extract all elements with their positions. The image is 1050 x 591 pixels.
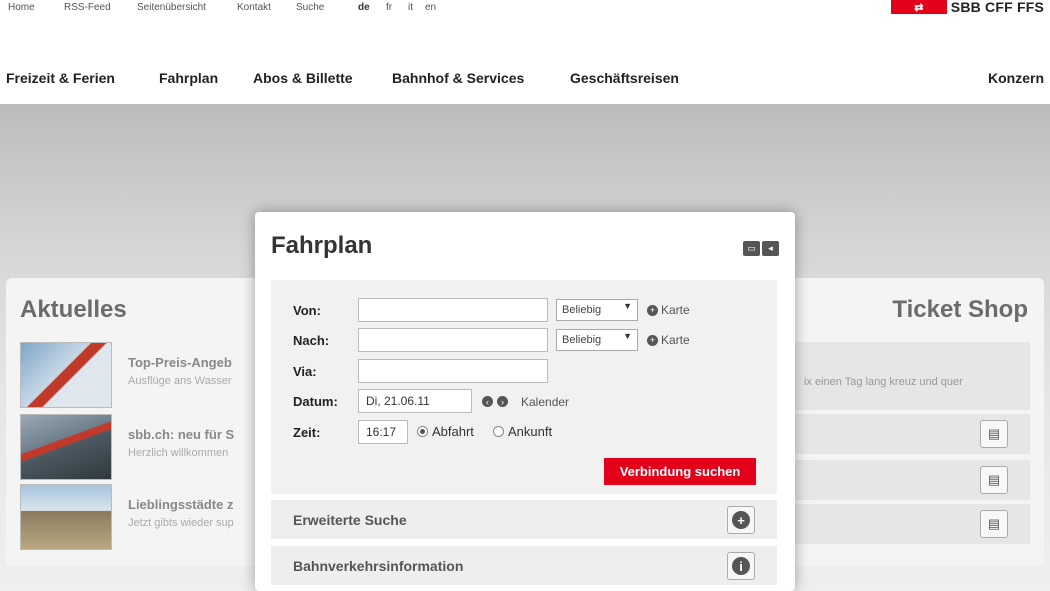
radio-checked-icon (417, 426, 428, 437)
sbb-arrow-icon: ⇄ (890, 0, 947, 14)
kalender-link[interactable]: Kalender (521, 395, 569, 409)
meta-link-rss[interactable]: RSS-Feed (64, 2, 111, 13)
fahrplan-title: Fahrplan (271, 232, 373, 259)
via-label: Via: (293, 364, 317, 379)
news-title: Top-Preis-Angeb (128, 355, 232, 370)
date-prev-icon[interactable]: ‹ (482, 396, 493, 407)
ticket-shop-text: ix einen Tag lang kreuz und quer (804, 376, 963, 388)
main-nav: Freizeit & Ferien Fahrplan Abos & Billet… (0, 70, 1050, 92)
ticket-icon[interactable]: ▤ (980, 420, 1008, 448)
logo-text: SBB CFF FFS (950, 0, 1044, 15)
aktuelles-title: Aktuelles (20, 296, 127, 323)
lang-de[interactable]: de (358, 2, 370, 13)
news-title: Lieblingsstädte z (128, 497, 234, 512)
plus-icon: + (647, 304, 658, 316)
zeit-input[interactable]: 16:17 (358, 420, 408, 444)
news-title: sbb.ch: neu für S (128, 427, 235, 442)
info-icon: i (732, 557, 750, 575)
lang-fr[interactable]: fr (386, 2, 392, 13)
window-icon[interactable]: ▭ (743, 241, 760, 256)
ticket-shop-item[interactable]: ▤ (794, 460, 1030, 500)
plus-icon: + (732, 511, 750, 529)
datum-input[interactable]: Di, 21.06.11 (358, 389, 472, 413)
lang-en[interactable]: en (425, 2, 436, 13)
nav-geschaeftsreisen[interactable]: Geschäftsreisen (570, 70, 679, 86)
karte-label: Karte (661, 303, 690, 317)
nav-fahrplan[interactable]: Fahrplan (159, 70, 218, 86)
fahrplan-form: Von: Beliebig ▼ + Karte Nach: Beliebig ▼ + K… (271, 280, 777, 494)
sbb-logo[interactable]: ⇄ SBB CFF FFS (890, 0, 1044, 15)
erweiterte-suche-row[interactable]: Erweiterte Suche + (271, 499, 777, 539)
info-button[interactable]: i (727, 552, 755, 580)
date-next-icon[interactable]: › (497, 396, 508, 407)
erweiterte-suche-label: Erweiterte Suche (293, 512, 407, 528)
verbindung-suchen-button[interactable]: Verbindung suchen (604, 458, 756, 485)
abfahrt-radio[interactable]: Abfahrt (417, 424, 474, 439)
nav-freizeit[interactable]: Freizeit & Ferien (6, 70, 115, 86)
chevron-down-icon: ▼ (623, 301, 632, 311)
ticket-icon[interactable]: ▤ (980, 466, 1008, 494)
widget-controls: ▭ ◂ (743, 241, 779, 256)
plus-icon: + (647, 334, 658, 346)
meta-link-home[interactable]: Home (8, 2, 35, 13)
ticket-icon[interactable]: ▤ (980, 510, 1008, 538)
nach-input[interactable] (358, 328, 548, 352)
ankunft-radio[interactable]: Ankunft (493, 424, 552, 439)
von-select[interactable]: Beliebig ▼ (556, 299, 638, 321)
nach-karte-link[interactable]: + Karte (647, 333, 690, 347)
meta-link-kontakt[interactable]: Kontakt (237, 2, 271, 13)
ticket-shop-title: Ticket Shop (892, 296, 1028, 323)
von-input[interactable] (358, 298, 548, 322)
share-icon[interactable]: ◂ (762, 241, 779, 256)
news-thumbnail (20, 342, 112, 408)
radio-unchecked-icon (493, 426, 504, 437)
ticket-shop-item[interactable]: ▤ (794, 504, 1030, 544)
ticket-shop-item[interactable]: ▤ (794, 414, 1030, 454)
news-subtitle: Jetzt gibts wieder sup (128, 517, 234, 529)
meta-link-suche[interactable]: Suche (296, 2, 324, 13)
abfahrt-label: Abfahrt (432, 424, 474, 439)
nav-abos[interactable]: Abos & Billette (253, 70, 353, 86)
zeit-label: Zeit: (293, 425, 321, 440)
karte-label: Karte (661, 333, 690, 347)
news-subtitle: Herzlich willkommen (128, 447, 229, 459)
aktuelles-card: Aktuelles Top-Preis-Angeb Ausflüge ans W… (6, 278, 274, 566)
ticket-shop-card: Ticket Shop ix einen Tag lang kreuz und … (780, 278, 1044, 566)
lang-it[interactable]: it (408, 2, 413, 13)
news-thumbnail (20, 414, 112, 480)
fahrplan-widget: Fahrplan ▭ ◂ Von: Beliebig ▼ + Karte Nach:… (255, 212, 795, 591)
news-item[interactable]: Lieblingsstädte z Jetzt gibts wieder sup (20, 484, 270, 550)
news-item[interactable]: Top-Preis-Angeb Ausflüge ans Wasser (20, 342, 270, 408)
nav-konzern[interactable]: Konzern (988, 70, 1044, 86)
news-item[interactable]: sbb.ch: neu für S Herzlich willkommen (20, 414, 270, 480)
bahnverkehrsinformation-label: Bahnverkehrsinformation (293, 558, 464, 574)
expand-button[interactable]: + (727, 506, 755, 534)
nach-select[interactable]: Beliebig ▼ (556, 329, 638, 351)
news-subtitle: Ausflüge ans Wasser (128, 375, 232, 387)
nach-select-value: Beliebig (562, 334, 602, 346)
ankunft-label: Ankunft (508, 424, 553, 439)
von-label: Von: (293, 303, 321, 318)
chevron-down-icon: ▼ (623, 331, 632, 341)
von-select-value: Beliebig (562, 304, 602, 316)
datum-label: Datum: (293, 394, 338, 409)
von-karte-link[interactable]: + Karte (647, 303, 690, 317)
via-input[interactable] (358, 359, 548, 383)
bahnverkehrsinformation-row[interactable]: Bahnverkehrsinformation i (271, 545, 777, 585)
meta-link-sitemap[interactable]: Seitenübersicht (137, 2, 206, 13)
news-thumbnail (20, 484, 112, 550)
ticket-shop-item[interactable]: ix einen Tag lang kreuz und quer (794, 342, 1030, 410)
nach-label: Nach: (293, 333, 330, 348)
nav-bahnhof[interactable]: Bahnhof & Services (392, 70, 524, 86)
